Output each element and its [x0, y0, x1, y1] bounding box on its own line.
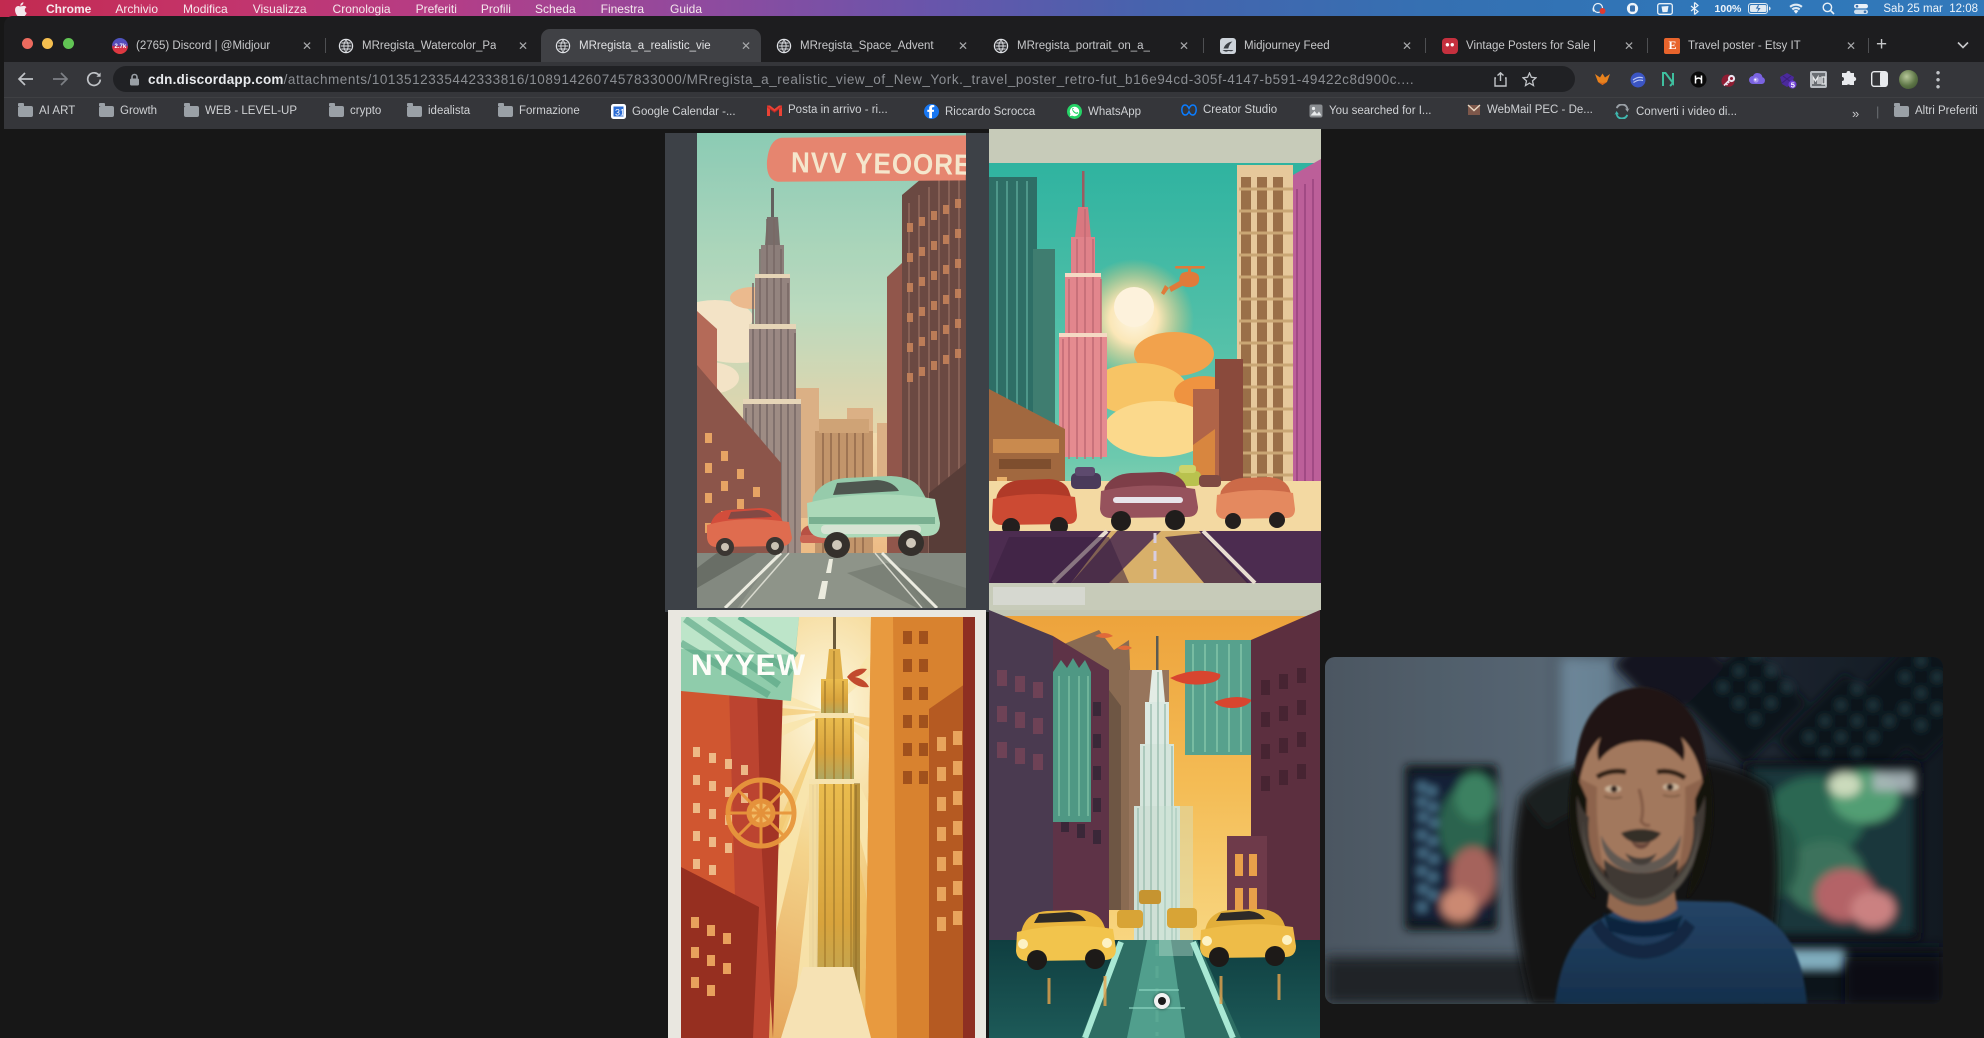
svg-text:NYYEW: NYYEW — [691, 649, 806, 682]
svg-text:5: 5 — [1791, 80, 1795, 89]
svg-text:31: 31 — [615, 108, 625, 118]
